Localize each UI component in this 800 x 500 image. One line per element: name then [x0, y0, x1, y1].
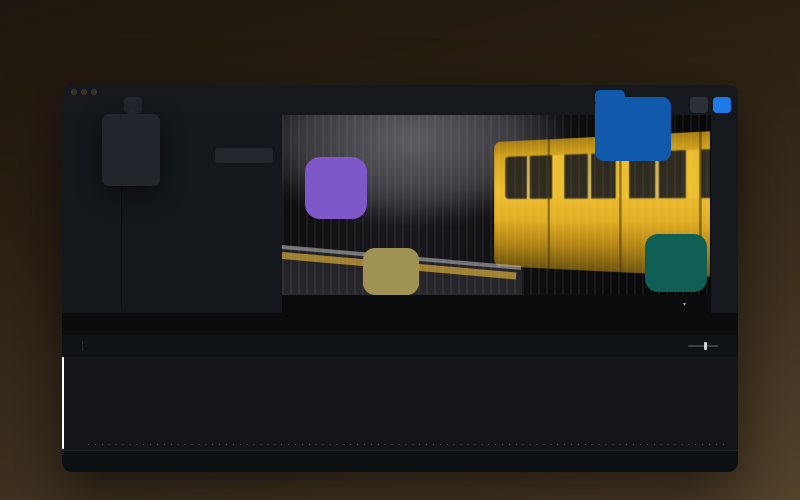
transport-bar — [62, 335, 738, 357]
aspect-ratio-button[interactable]: ▾ — [679, 301, 686, 308]
timeline-minimap — [62, 313, 738, 335]
caret-down-icon: ▾ — [682, 301, 686, 308]
media-library-panel — [62, 115, 282, 313]
save-button[interactable] — [690, 97, 708, 113]
hero-header — [0, 16, 800, 24]
app-window: ▾ — [62, 85, 738, 472]
layout-popup — [102, 114, 160, 186]
edit-toolbar — [62, 450, 738, 472]
close-window-button[interactable] — [71, 89, 77, 95]
preview-area: ▾ — [282, 90, 710, 313]
emoji-sticker-icon — [363, 248, 419, 295]
content-area: ▾ — [62, 90, 738, 313]
export-button[interactable] — [713, 97, 731, 113]
back-button[interactable] — [70, 97, 88, 113]
time-ruler[interactable] — [62, 440, 738, 450]
window-controls — [71, 89, 97, 95]
music-sticker-icon — [305, 157, 367, 219]
marketing-screenshot: ▾ — [0, 0, 800, 500]
zoom-window-button[interactable] — [91, 89, 97, 95]
text-sticker-icon — [645, 234, 707, 292]
preview-controls: ▾ — [282, 295, 710, 313]
panels-icon[interactable] — [102, 97, 120, 113]
zoom-slider-handle[interactable] — [704, 342, 707, 350]
filter-dropdown[interactable] — [215, 148, 273, 163]
media-folder-icon — [595, 90, 671, 161]
minimize-window-button[interactable] — [81, 89, 87, 95]
playhead[interactable] — [62, 357, 64, 449]
inspector-rail — [710, 115, 738, 313]
timeline-tracks — [62, 357, 738, 450]
timeline-zoom-slider[interactable] — [688, 342, 718, 350]
help-icon[interactable] — [148, 97, 166, 113]
